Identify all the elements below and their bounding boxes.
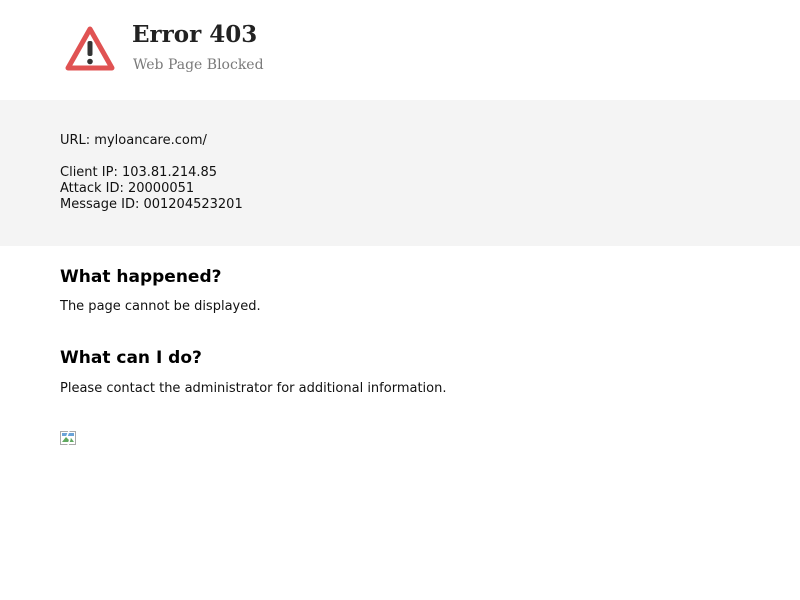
request-info-panel: URL: myloancare.com/ Client IP: 103.81.2… (0, 100, 800, 246)
attack-id-line: Attack ID: 20000051 (60, 181, 195, 196)
page-title: Error 403 (132, 21, 258, 48)
what-happened-heading: What happened? (60, 267, 222, 287)
page-header: Error 403 Web Page Blocked (0, 0, 800, 100)
client-ip-line: Client IP: 103.81.214.85 (60, 165, 218, 180)
page-subtitle: Web Page Blocked (133, 57, 264, 73)
what-can-i-do-heading: What can I do? (60, 348, 202, 368)
warning-triangle-icon (65, 26, 115, 71)
message-id-line: Message ID: 001204523201 (60, 197, 243, 212)
broken-image-icon (60, 431, 76, 445)
url-line: URL: myloancare.com/ (60, 133, 207, 148)
what-happened-text: The page cannot be displayed. (60, 299, 261, 314)
what-can-i-do-text: Please contact the administrator for add… (60, 381, 447, 396)
